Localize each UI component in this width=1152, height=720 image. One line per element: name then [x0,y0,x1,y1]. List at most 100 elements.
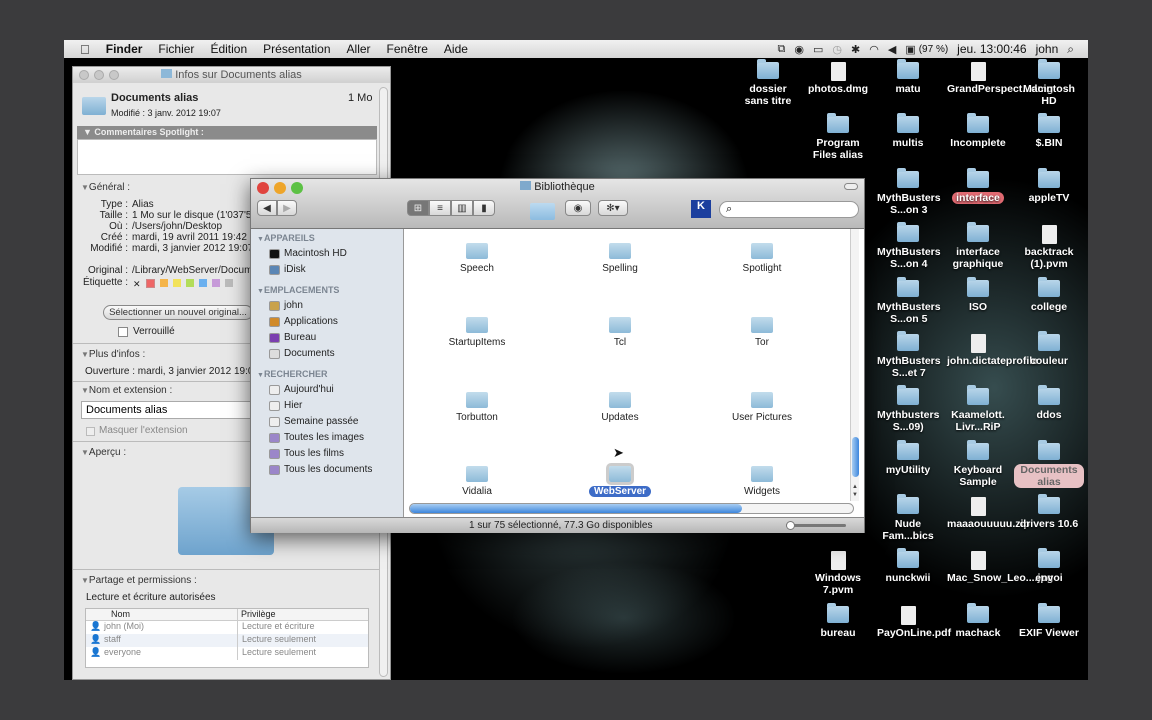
spaces-icon[interactable]: ⧉ [778,43,786,56]
desktop-icon[interactable]: matu [873,59,943,95]
desktop-icon[interactable]: ddos [1014,385,1084,421]
desktop-icon[interactable]: appleTV [1014,168,1084,204]
desktop-icon[interactable]: Mythbusters S...09) [873,385,943,433]
list-view-button[interactable]: ≡ [429,200,451,216]
bluetooth-icon[interactable]: ✱ [851,43,860,56]
col-header-privilege[interactable]: Privilège [238,609,276,620]
sidebar-item[interactable]: Toutes les images [269,432,364,443]
search-field[interactable]: ⌕ [719,201,859,218]
app-shortcut-icon[interactable]: K [691,200,711,218]
apple-menu[interactable]:  [64,42,98,57]
desktop-icon[interactable]: maaaouuuuu.zip [943,497,1030,530]
permission-privilege[interactable]: Lecture seulement [238,647,316,660]
spotlight-header[interactable]: ▼ Commentaires Spotlight : [77,126,377,139]
folder-item[interactable]: Tor [707,317,817,348]
desktop-icon[interactable]: myUtility [873,440,943,476]
more-info-section[interactable]: Plus d'infos : [81,349,145,360]
sidebar-item[interactable]: Tous les documents [269,464,372,475]
zoom-button[interactable] [109,70,119,80]
desktop-icon[interactable]: multis [873,113,943,149]
desktop-icon[interactable]: Mac_Snow_Leo....jpg [943,551,1053,584]
col-header-name[interactable]: Nom [86,609,238,620]
menu-finder[interactable]: Finder [98,42,151,56]
minimize-button[interactable] [94,70,104,80]
desktop-icon[interactable]: Macintosh HD [1014,59,1084,107]
desktop-icon[interactable]: college [1014,277,1084,313]
horizontal-scrollbar[interactable] [409,503,854,514]
desktop-icon[interactable]: PayOnLine.pdf [873,606,951,639]
info-titlebar[interactable]: Infos sur Documents alias [73,67,390,83]
sidebar-heading[interactable]: EMPLACEMENTS [257,285,340,295]
hide-extension-checkbox[interactable] [86,427,95,436]
sidebar-heading[interactable]: APPAREILS [257,233,315,243]
preview-section[interactable]: Aperçu : [81,447,126,458]
back-button[interactable]: ◀ [257,200,277,216]
folder-item[interactable]: Spotlight [707,243,817,274]
folder-item[interactable]: Updates [565,392,675,423]
desktop-icon[interactable]: Program Files alias [803,113,873,161]
desktop-icon[interactable]: $.BIN [1014,113,1084,149]
folder-item[interactable]: Vidalia [422,466,532,497]
close-button[interactable] [79,70,89,80]
icon-view-button[interactable]: ⊞ [407,200,429,216]
sidebar-item[interactable]: Applications [269,316,338,327]
clock[interactable]: jeu. 13:00:46 [957,42,1026,56]
folder-item[interactable]: Tcl [565,317,675,348]
action-menu-button[interactable]: ✻▾ [598,200,628,216]
time-machine-icon[interactable]: ◷ [832,43,842,56]
toolbar-toggle-button[interactable] [844,183,858,190]
desktop-icon[interactable]: envoi [1014,548,1084,584]
vertical-scrollbar[interactable]: ▲ ▼ [850,229,859,501]
desktop-icon[interactable]: photos.dmg [803,62,873,95]
desktop-icon[interactable]: MythBusters S...on 4 [873,222,943,270]
folder-item[interactable]: Speech [422,243,532,274]
sidebar-item[interactable]: Documents [269,348,335,359]
desktop-icon[interactable]: Kaamelott. Livr...RiP [943,385,1013,433]
desktop-icon[interactable]: ISO [943,277,1013,313]
desktop-icon[interactable]: Documents alias [1014,440,1084,488]
desktop-icon[interactable]: john.dictateprofile [943,334,1038,367]
desktop-icon[interactable]: machack [943,603,1013,639]
folder-item[interactable]: User Pictures [707,392,817,423]
sidebar-item[interactable]: Semaine passée [269,416,359,427]
select-new-original-button[interactable]: Sélectionner un nouvel original... [103,305,253,320]
folder-path-icon[interactable] [530,203,555,220]
sidebar-item[interactable]: Macintosh HD [269,248,347,259]
folder-item[interactable]: WebServer [565,463,675,497]
coverflow-view-button[interactable]: ▮ [473,200,495,216]
desktop-icon[interactable]: GrandPerspect...dmg [943,62,1053,95]
sidebar-item[interactable]: Hier [269,400,302,411]
forward-button[interactable]: ▶ [277,200,297,216]
menu-presentation[interactable]: Présentation [255,42,338,56]
desktop-icon[interactable]: backtrack (1).pvm [1014,225,1084,270]
desktop-icon[interactable]: MythBusters S...on 5 [873,277,943,325]
desktop-icon[interactable]: Keyboard Sample [943,440,1013,488]
folder-item[interactable]: Torbutton [422,392,532,423]
memory-icon[interactable]: ▭ [813,43,823,56]
volume-icon[interactable]: ◀ [888,43,896,56]
desktop-icon[interactable]: dossier sans titre [733,59,803,107]
record-icon[interactable]: ◉ [794,43,804,56]
sidebar-item[interactable]: iDisk [269,264,306,275]
desktop-icon[interactable]: Incomplete [943,113,1013,149]
permission-privilege[interactable]: Lecture et écriture [238,621,315,634]
sidebar-item[interactable]: Tous les films [269,448,344,459]
spotlight-search-icon[interactable]: ⌕ [1067,42,1074,57]
menu-edition[interactable]: Édition [202,42,255,56]
folder-item[interactable]: Widgets [707,466,817,497]
spotlight-comments[interactable] [77,139,377,175]
sidebar-item[interactable]: Bureau [269,332,316,343]
desktop-icon[interactable]: couleur [1014,331,1084,367]
battery-icon[interactable]: ▣ [905,43,915,56]
battery-percent[interactable]: (97 %) [919,44,948,55]
sharing-section[interactable]: Partage et permissions : [81,575,197,586]
desktop-icon[interactable]: bureau [803,603,873,639]
icon-size-slider[interactable] [786,521,846,530]
desktop-icon[interactable]: interface graphique [943,222,1013,270]
desktop-icon[interactable]: Nude Fam...bics [873,494,943,542]
desktop-icon[interactable]: MythBusters S...on 3 [873,168,943,216]
name-extension-section[interactable]: Nom et extension : [81,385,172,396]
desktop-icon[interactable]: EXIF Viewer [1014,603,1084,639]
user-menu[interactable]: john [1036,42,1059,56]
permission-privilege[interactable]: Lecture seulement [238,634,316,647]
